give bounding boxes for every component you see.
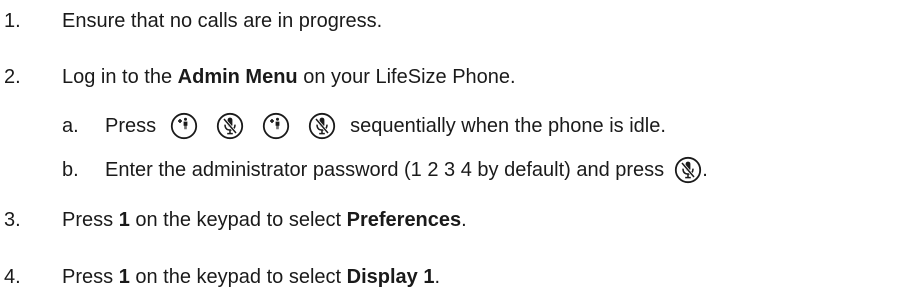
mute-microphone-icon bbox=[674, 156, 702, 184]
substep-text-pre: Enter the administrator password (1 2 3 … bbox=[105, 159, 665, 181]
add-call-icon bbox=[262, 112, 290, 140]
step-text-mid: on the keypad to select bbox=[129, 209, 347, 231]
step-text: Ensure that no calls are in progress. bbox=[62, 6, 382, 36]
key-label: 1 bbox=[118, 209, 130, 231]
step-text-mid: on the keypad to select bbox=[129, 266, 347, 288]
substep-letter: a. bbox=[62, 115, 79, 137]
step-text-post: . bbox=[461, 209, 467, 231]
key-label: 1 bbox=[118, 266, 130, 288]
mute-microphone-icon bbox=[308, 112, 336, 140]
substep-text: Enter the administrator password (1 2 3 … bbox=[105, 155, 708, 185]
mute-microphone-icon bbox=[216, 112, 244, 140]
substep-letter: b. bbox=[62, 159, 79, 181]
step-text-content: Ensure that no calls are in progress. bbox=[62, 10, 383, 32]
preferences-label: Preferences bbox=[346, 209, 462, 231]
instruction-document: 1. Ensure that no calls are in progress.… bbox=[0, 0, 908, 306]
step-number: 2. bbox=[4, 66, 21, 88]
substep-text-pre: Press bbox=[105, 115, 157, 137]
step-text: Log in to the Admin Menu on your LifeSiz… bbox=[62, 62, 516, 92]
step-text-pre: Press bbox=[62, 209, 119, 231]
display-1-label: Display 1 bbox=[346, 266, 435, 288]
substep-text-post: sequentially when the phone is idle. bbox=[350, 115, 666, 137]
step-number: 4. bbox=[4, 266, 21, 288]
step-number: 3. bbox=[4, 209, 21, 231]
step-text-post: . bbox=[434, 266, 441, 288]
substep-text-post: . bbox=[702, 159, 708, 181]
add-call-icon bbox=[170, 112, 198, 140]
admin-menu-label: Admin Menu bbox=[177, 66, 298, 88]
step-text: Press 1 on the keypad to select Display … bbox=[62, 262, 440, 292]
substep-text: Press sequentially when the phone is idl… bbox=[105, 111, 666, 141]
step-text: Press 1 on the keypad to select Preferen… bbox=[62, 205, 467, 235]
step-text-pre: Press bbox=[62, 266, 119, 288]
step-number: 1. bbox=[4, 10, 21, 32]
step-text-post: on your LifeSize Phone. bbox=[297, 66, 516, 88]
step-text-pre: Log in to the bbox=[62, 66, 178, 88]
